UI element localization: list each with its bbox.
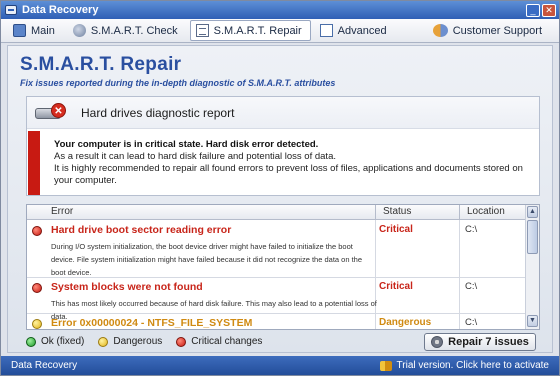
activate-link[interactable]: Trial version. Click here to activate — [379, 360, 549, 371]
customer-support-link[interactable]: Customer Support — [427, 20, 551, 41]
window-title: Data Recovery — [22, 4, 99, 16]
key-icon — [379, 360, 392, 371]
table-row[interactable]: Hard drive boot sector reading error Dur… — [27, 221, 525, 278]
settings-icon — [319, 24, 333, 37]
tab-main[interactable]: Main — [7, 20, 64, 41]
error-status: Critical — [379, 224, 413, 235]
alert-bar — [28, 131, 40, 195]
table-row[interactable]: System blocks were not found This has mo… — [27, 278, 525, 321]
app-logo-icon — [5, 5, 17, 15]
support-icon — [432, 24, 448, 37]
minimize-button[interactable]: _ — [526, 3, 540, 17]
tab-advanced[interactable]: Advanced — [314, 20, 396, 41]
status-legend: Ok (fixed) Dangerous Critical changes — [26, 336, 276, 347]
error-title: Hard drive boot sector reading error — [51, 224, 232, 236]
dangerous-legend-icon — [98, 336, 109, 347]
error-title: Error 0x00000024 - NTFS_FILE_SYSTEM — [51, 317, 253, 329]
tab-smart-check-label: S.M.A.R.T. Check — [90, 24, 178, 37]
vertical-scrollbar[interactable]: ▲ ▼ — [525, 205, 539, 329]
legend-ok: Ok (fixed) — [26, 336, 84, 347]
critical-alert: Your computer is in critical state. Hard… — [28, 131, 538, 195]
critical-legend-icon — [176, 336, 187, 347]
main-content: S.M.A.R.T. Repair Fix issues reported du… — [7, 45, 553, 353]
alert-headline: Your computer is in critical state. Hard… — [54, 139, 319, 150]
scroll-down-icon[interactable]: ▼ — [527, 315, 538, 327]
legend-dangerous: Dangerous — [98, 336, 162, 347]
tab-advanced-label: Advanced — [337, 24, 387, 37]
repair-icon — [195, 24, 209, 37]
status-bar: Data Recovery Trial version. Click here … — [1, 356, 559, 375]
tab-smart-repair-label: S.M.A.R.T. Repair — [213, 24, 302, 37]
legend-critical: Critical changes — [176, 336, 262, 347]
title-bar: Data Recovery _ ✕ — [1, 1, 559, 19]
alert-text: Your computer is in critical state. Hard… — [54, 139, 524, 187]
alert-line-1: As a result it can lead to hard disk fai… — [54, 151, 336, 162]
error-status: Critical — [379, 281, 413, 292]
repair-button-label: Repair 7 issues — [448, 336, 529, 348]
monitor-icon — [13, 24, 26, 37]
critical-status-icon — [32, 283, 42, 293]
diagnostic-report-panel: ✕ Hard drives diagnostic report Your com… — [26, 96, 540, 196]
hard-drive-error-icon: ✕ — [35, 102, 67, 123]
dangerous-status-icon — [32, 319, 42, 329]
error-location: C:\ — [465, 224, 478, 235]
col-status-header[interactable]: Status — [383, 206, 411, 217]
page-title: S.M.A.R.T. Repair — [20, 54, 182, 75]
error-location: C:\ — [465, 317, 478, 328]
trial-text: Trial version. Click here to activate — [396, 360, 549, 371]
scroll-up-icon[interactable]: ▲ — [527, 206, 538, 218]
customer-support-label: Customer Support — [452, 24, 542, 37]
error-location: C:\ — [465, 281, 478, 292]
error-description: During I/O system initialization, the bo… — [51, 242, 363, 277]
ok-status-icon — [26, 336, 36, 347]
col-error-header[interactable]: Error — [51, 206, 73, 217]
app-window: Data Recovery _ ✕ Main S.M.A.R.T. Check … — [0, 0, 560, 376]
errors-table: Error Status Location Hard drive boot se… — [26, 204, 540, 330]
legend-dangerous-label: Dangerous — [113, 336, 163, 347]
alert-line-2: It is highly recommended to repair all f… — [54, 163, 523, 186]
window-controls: _ ✕ — [526, 3, 559, 17]
page-subtitle: Fix issues reported during the in-depth … — [20, 78, 336, 88]
tab-smart-repair[interactable]: S.M.A.R.T. Repair — [189, 20, 311, 41]
close-button[interactable]: ✕ — [542, 3, 556, 17]
col-location-header[interactable]: Location — [467, 206, 505, 217]
report-title: Hard drives diagnostic report — [81, 105, 235, 120]
gear-icon — [431, 336, 444, 348]
critical-status-icon — [32, 226, 42, 236]
status-app-name: Data Recovery — [11, 360, 78, 371]
error-status: Dangerous — [379, 317, 432, 328]
scroll-thumb[interactable] — [527, 220, 538, 254]
repair-issues-button[interactable]: Repair 7 issues — [424, 333, 536, 351]
table-row[interactable]: Error 0x00000024 - NTFS_FILE_SYSTEM Dang… — [27, 314, 525, 329]
nav-bar: Main S.M.A.R.T. Check S.M.A.R.T. Repair … — [1, 19, 559, 43]
legend-critical-label: Critical changes — [191, 336, 263, 347]
tab-smart-check[interactable]: S.M.A.R.T. Check — [67, 20, 187, 41]
table-header: Error Status Location — [27, 205, 525, 220]
tab-main-label: Main — [31, 24, 55, 37]
report-header: ✕ Hard drives diagnostic report — [27, 97, 539, 129]
legend-ok-label: Ok (fixed) — [41, 336, 85, 347]
disk-icon — [72, 24, 86, 37]
error-title: System blocks were not found — [51, 281, 203, 293]
